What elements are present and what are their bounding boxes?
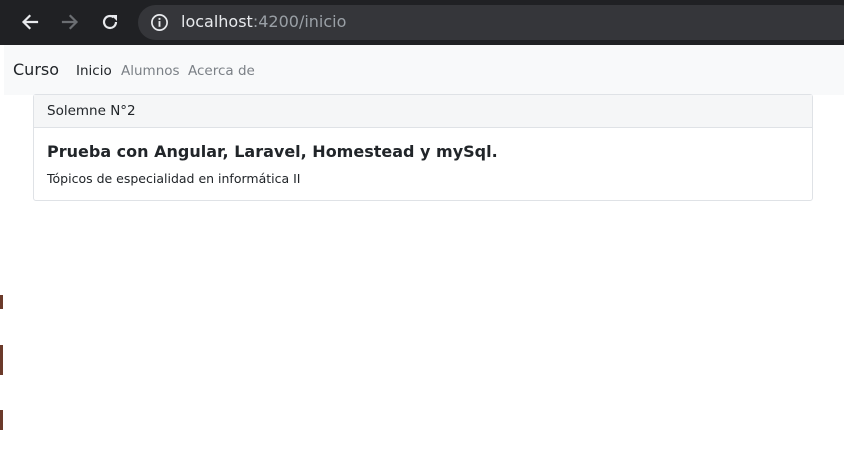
back-button[interactable] xyxy=(16,8,44,36)
url-path: :4200/inicio xyxy=(252,12,347,31)
nav-link-inicio[interactable]: Inicio xyxy=(76,61,112,81)
info-icon[interactable] xyxy=(150,13,169,32)
info-card: Solemne N°2 Prueba con Angular, Laravel,… xyxy=(33,94,813,201)
address-bar[interactable]: localhost:4200/inicio xyxy=(138,5,844,40)
nav-link-alumnos[interactable]: Alumnos xyxy=(121,61,180,81)
nav-link-acerca-de[interactable]: Acerca de xyxy=(188,61,255,81)
card-text: Tópicos de especialidad en informática I… xyxy=(47,171,301,186)
arrow-left-icon xyxy=(21,14,39,30)
edge-artifact xyxy=(0,345,3,375)
arrow-right-icon xyxy=(61,14,79,30)
card-title: Prueba con Angular, Laravel, Homestead y… xyxy=(47,142,498,161)
navbar: Curso Inicio Alumnos Acerca de xyxy=(4,45,844,95)
window-edge xyxy=(0,45,3,471)
edge-artifact xyxy=(0,410,3,430)
reload-icon xyxy=(102,14,118,30)
card-header-title: Solemne N°2 xyxy=(47,103,136,119)
card-header: Solemne N°2 xyxy=(34,95,812,128)
edge-artifact xyxy=(0,295,3,309)
browser-toolbar: localhost:4200/inicio xyxy=(0,0,844,45)
navbar-brand[interactable]: Curso xyxy=(13,59,59,81)
url-text[interactable]: localhost:4200/inicio xyxy=(181,12,346,32)
url-host: localhost xyxy=(181,12,253,31)
reload-button[interactable] xyxy=(96,8,124,36)
forward-button[interactable] xyxy=(56,8,84,36)
